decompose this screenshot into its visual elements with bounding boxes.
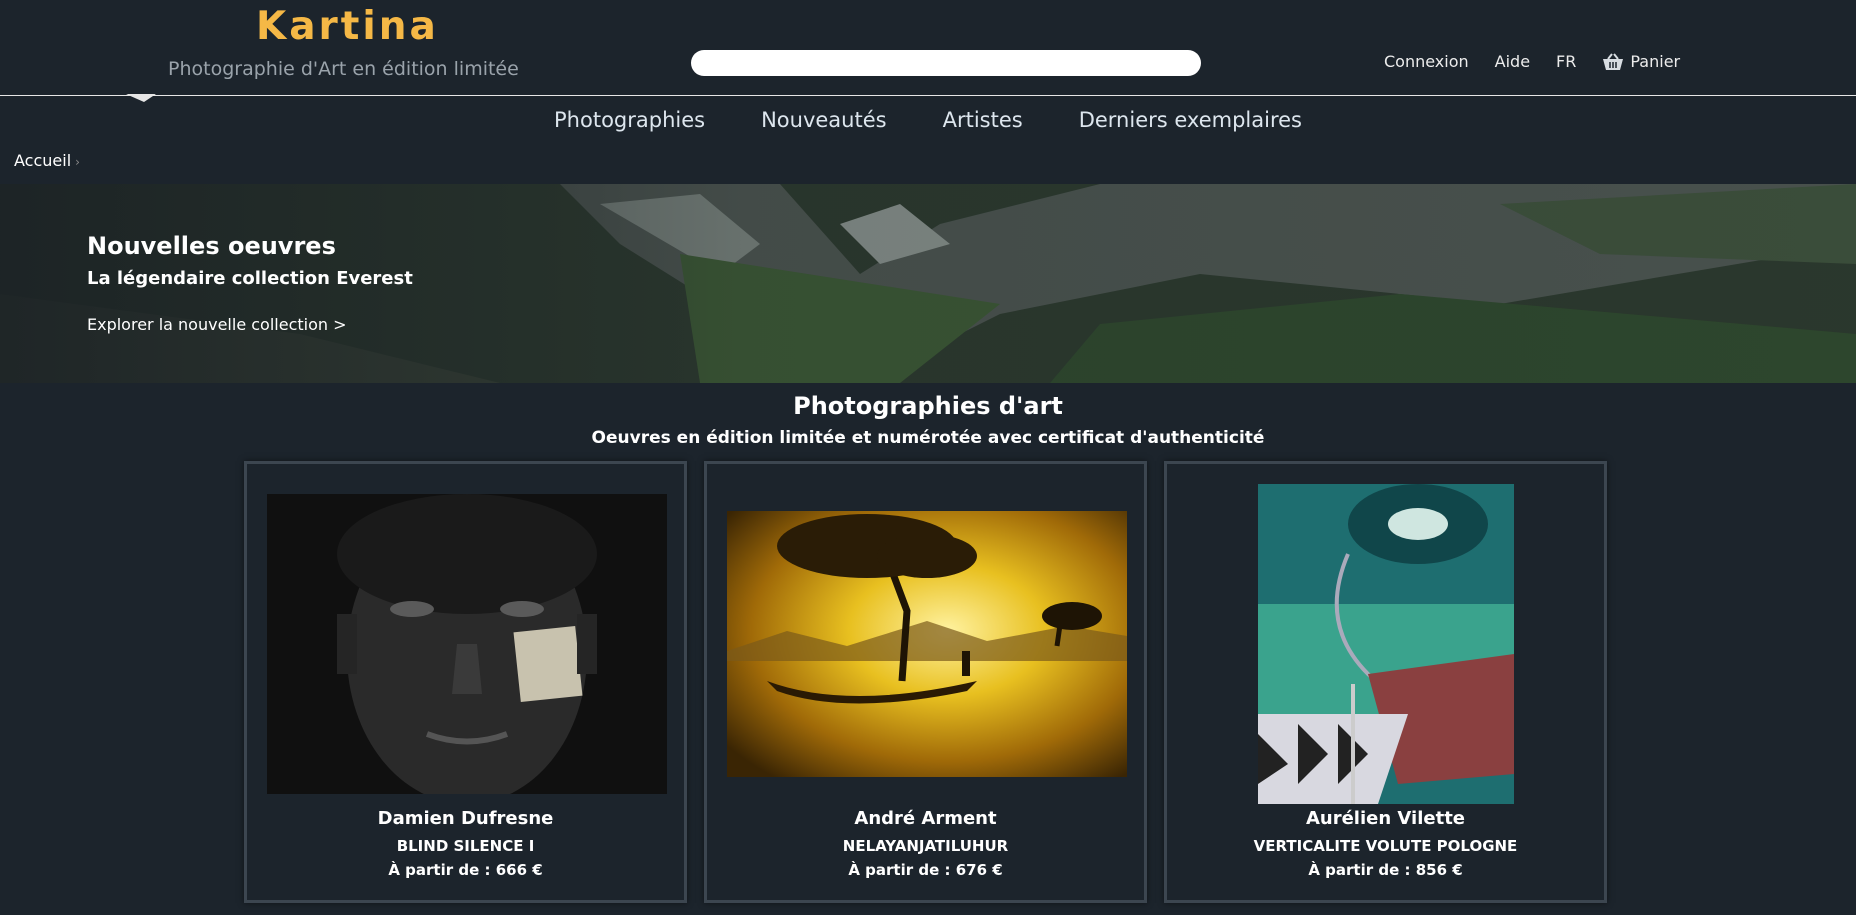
card-price: À partir de : 666 €	[388, 861, 543, 879]
site-header: Kartina Photographie d'Art en édition li…	[0, 0, 1856, 102]
card-price: À partir de : 856 €	[1308, 861, 1463, 879]
portrait-photo-image	[267, 494, 667, 794]
breadcrumb: Accueil ›	[14, 151, 80, 170]
language-link[interactable]: FR	[1556, 52, 1576, 71]
card-title: NELAYANJATILUHUR	[842, 837, 1009, 855]
card-artist: André Arment	[854, 808, 997, 829]
login-link[interactable]: Connexion	[1384, 52, 1469, 71]
basket-icon	[1603, 52, 1624, 70]
main-nav: Photographies Nouveautés Artistes Dernie…	[0, 108, 1856, 132]
hero-banner: Nouvelles oeuvres La légendaire collecti…	[0, 184, 1856, 383]
top-links: Connexion Aide FR Panier	[1384, 52, 1680, 71]
breadcrumb-separator-icon: ›	[75, 155, 80, 169]
banner-cta-link[interactable]: Explorer la nouvelle collection >	[87, 315, 413, 334]
header-notch-decoration	[126, 94, 156, 102]
nav-item-derniers-exemplaires[interactable]: Derniers exemplaires	[1079, 108, 1302, 132]
site-logo[interactable]: Kartina	[256, 4, 439, 49]
banner-subtitle: La légendaire collection Everest	[87, 268, 413, 289]
lake-boat-photo-image	[727, 511, 1127, 777]
cart-link[interactable]: Panier	[1602, 52, 1680, 71]
product-card[interactable]: Aurélien Vilette VERTICALITE VOLUTE POLO…	[1164, 461, 1607, 903]
search-input[interactable]	[691, 50, 1201, 76]
breadcrumb-home[interactable]: Accueil	[14, 151, 71, 170]
card-price: À partir de : 676 €	[848, 861, 1003, 879]
banner-text: Nouvelles oeuvres La légendaire collecti…	[87, 232, 413, 334]
product-grid: Damien Dufresne BLIND SILENCE I À partir…	[244, 461, 1624, 903]
banner-title: Nouvelles oeuvres	[87, 232, 336, 260]
product-card[interactable]: André Arment NELAYANJATILUHUR À partir d…	[704, 461, 1147, 903]
card-artist: Damien Dufresne	[377, 808, 554, 829]
site-tagline: Photographie d'Art en édition limitée	[168, 58, 519, 80]
product-card[interactable]: Damien Dufresne BLIND SILENCE I À partir…	[244, 461, 687, 903]
cart-label: Panier	[1630, 52, 1681, 71]
card-title: BLIND SILENCE I	[396, 837, 535, 855]
nav-item-artistes[interactable]: Artistes	[943, 108, 1023, 132]
nav-item-nouveautes[interactable]: Nouveautés	[761, 108, 887, 132]
section-subtitle: Oeuvres en édition limitée et numérotée …	[591, 428, 1265, 448]
nav-item-photographies[interactable]: Photographies	[554, 108, 705, 132]
help-link[interactable]: Aide	[1495, 52, 1530, 71]
spiral-staircase-photo-image	[1258, 484, 1514, 804]
section-title: Photographies d'art	[793, 392, 1063, 420]
card-artist: Aurélien Vilette	[1305, 808, 1466, 829]
card-title: VERTICALITE VOLUTE POLOGNE	[1253, 837, 1518, 855]
